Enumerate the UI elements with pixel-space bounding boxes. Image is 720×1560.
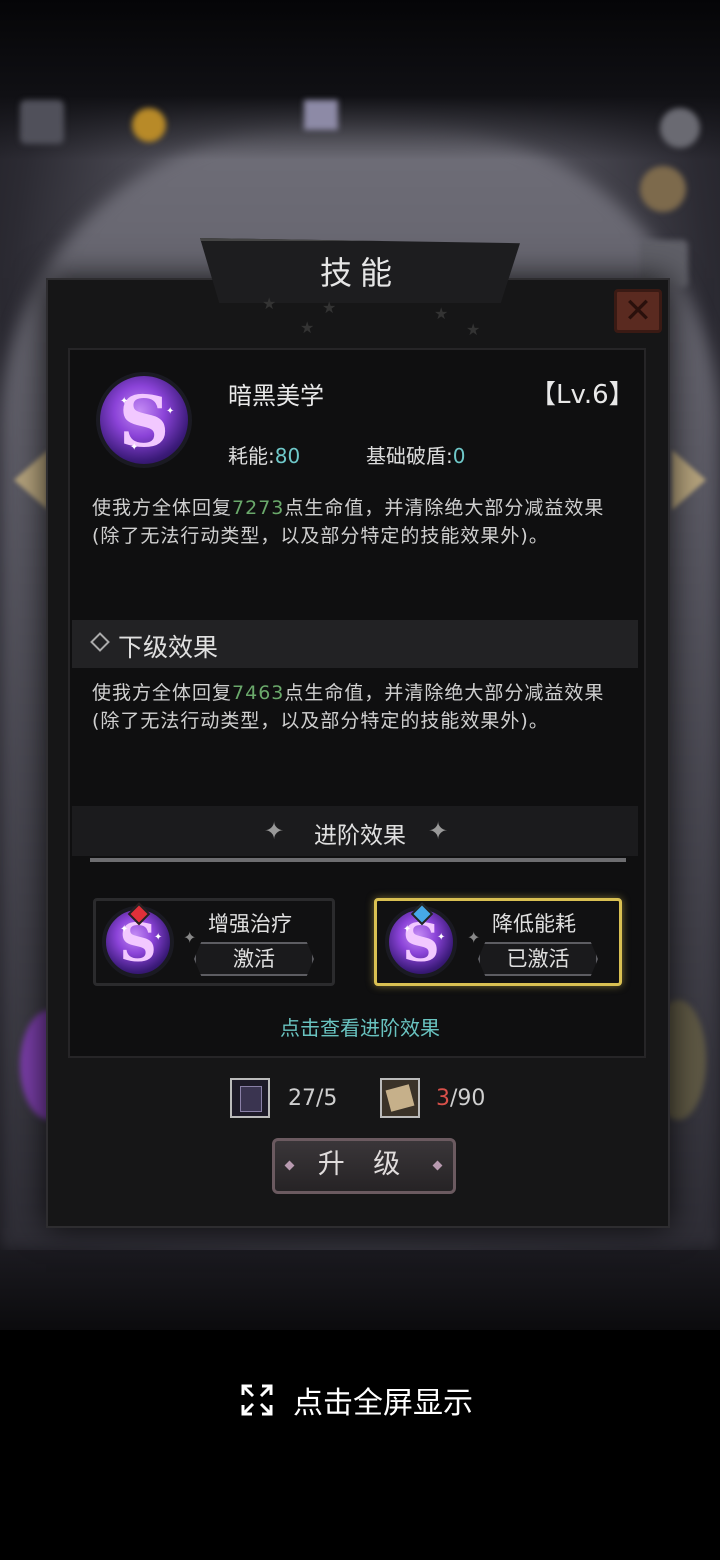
break-label: 基础破盾: [366, 444, 453, 468]
star-icon: ★ [262, 294, 277, 313]
background-top-bar [0, 0, 720, 160]
next-level-description: 使我方全体回复7463点生命值，并清除绝大部分减益效果(除了无法行动类型，以及部… [92, 682, 605, 732]
star-right-icon: ✦ [428, 817, 449, 845]
card-title: 降低能耗 [492, 912, 576, 936]
advanced-title: 进阶效果 [314, 823, 406, 849]
background-gem-icon [304, 100, 338, 130]
scroll-have: 3 [436, 1086, 450, 1111]
skill-icon: S ✦ ✦ ✦ [96, 372, 192, 468]
scroll-icon [380, 1078, 420, 1118]
upgrade-button[interactable]: 升 级 [272, 1138, 456, 1194]
next-level-title: 下级效果 [118, 633, 219, 662]
sparkle-icon: ✦ [467, 928, 481, 947]
energy-label: 耗能: [228, 444, 275, 468]
background-settings-icon [660, 108, 700, 148]
card-title: 增强治疗 [208, 912, 292, 936]
star-icon: ★ [322, 298, 337, 317]
skill-level: 【Lv.6】 [530, 380, 635, 410]
skill-name: 暗黑美学 [228, 382, 324, 410]
background-right-arrow [672, 450, 706, 510]
energy-value: 80 [274, 444, 301, 468]
background-coin-icon [132, 108, 166, 142]
fullscreen-label: 点击全屏显示 [293, 1386, 473, 1421]
scroll-count: 3/90 [436, 1086, 485, 1111]
skill-book-icon [230, 1078, 270, 1118]
close-icon: ✕ [623, 291, 653, 331]
next-heal-amount: 7463 [232, 682, 285, 704]
background-left-arrow [14, 450, 48, 510]
break-value: 0 [452, 444, 466, 468]
background-menu-icon [20, 100, 64, 144]
background-side-button [640, 166, 686, 212]
dialog-title: 技能 [319, 254, 400, 292]
star-icon: ★ [300, 318, 315, 337]
close-button[interactable]: ✕ [614, 289, 662, 333]
shield-break: 基础破盾:0 [366, 440, 465, 469]
heal-amount: 7273 [232, 497, 285, 519]
scroll-need: /90 [450, 1086, 486, 1111]
fullscreen-button[interactable]: 点击全屏显示 [0, 1378, 720, 1422]
advanced-divider [90, 858, 626, 862]
star-icon: ★ [434, 304, 449, 323]
energy-cost: 耗能:80 [228, 440, 300, 469]
sparkle-icon: ✦ [183, 928, 197, 947]
skill-description: 使我方全体回复7273点生命值，并清除绝大部分减益效果(除了无法行动类型，以及部… [92, 497, 605, 547]
view-advanced-link[interactable]: 点击查看进阶效果 [0, 1012, 720, 1041]
star-icon: ★ [466, 320, 481, 339]
activated-button[interactable]: 已激活 [478, 942, 598, 976]
activate-button[interactable]: 激活 [194, 942, 314, 976]
book-count: 27/5 [288, 1086, 338, 1111]
background-bottom [0, 1250, 720, 1330]
